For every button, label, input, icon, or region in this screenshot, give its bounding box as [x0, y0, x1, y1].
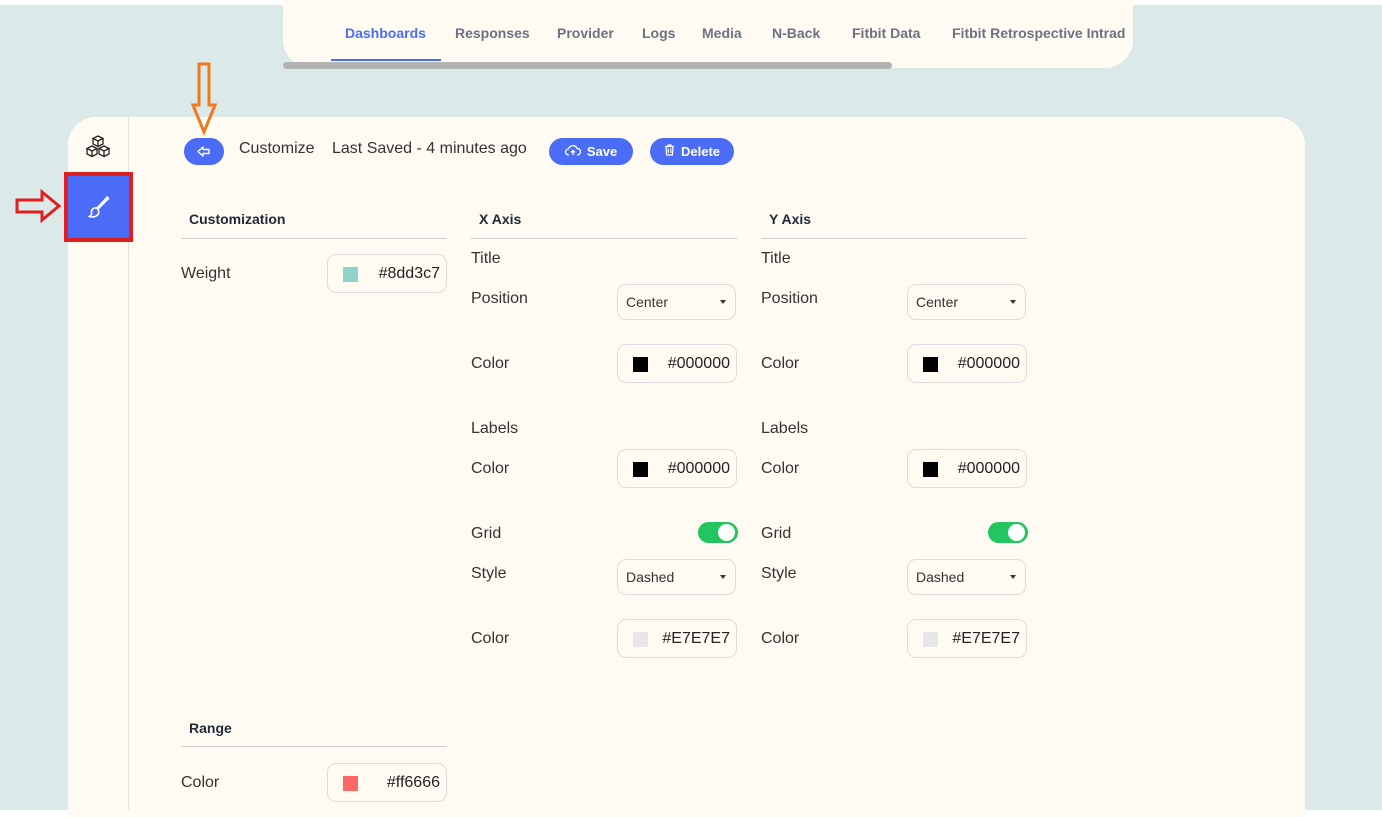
y-axis-labels-color-value: #000000 [957, 460, 1020, 477]
y-axis-style-value: Dashed [916, 569, 965, 585]
page-title: Customize [239, 140, 315, 157]
y-axis-grid-toggle[interactable] [988, 522, 1028, 543]
annotation-arrow-down-icon [190, 61, 218, 140]
x-axis-style-select[interactable]: Dashed [617, 559, 736, 595]
x-axis-grid-color-input[interactable]: #E7E7E7 [617, 619, 737, 658]
x-axis-title-color-label: Color [471, 355, 510, 372]
weight-color-swatch[interactable] [343, 267, 358, 282]
y-axis-position-select[interactable]: Center [907, 284, 1026, 320]
y-axis-grid-color-swatch[interactable] [923, 632, 938, 647]
y-axis-labels-label: Labels [761, 420, 809, 437]
x-axis-title-color-value: #000000 [667, 355, 730, 372]
range-divider [181, 746, 447, 747]
customization-divider [181, 238, 447, 239]
tab-n-back[interactable]: N-Back [772, 25, 820, 67]
range-color-label: Color [181, 774, 220, 791]
tab-logs[interactable]: Logs [642, 25, 675, 67]
x-axis-grid-toggle[interactable] [698, 522, 738, 543]
toggle-knob [1008, 524, 1025, 541]
customize-sidebar-button[interactable] [64, 172, 133, 242]
x-axis-grid-color-label: Color [471, 630, 510, 647]
y-axis-title-color-label: Color [761, 355, 800, 372]
last-saved-status: Last Saved - 4 minutes ago [332, 140, 527, 157]
x-axis-title-color-input[interactable]: #000000 [617, 344, 737, 383]
tabs-horizontal-scrollbar[interactable] [283, 62, 892, 69]
annotation-arrow-right-icon [14, 188, 62, 228]
x-axis-labels-color-swatch[interactable] [633, 462, 648, 477]
chevron-down-icon [720, 300, 726, 304]
tab-fitbit-data[interactable]: Fitbit Data [852, 25, 920, 67]
x-axis-divider [471, 238, 737, 239]
toggle-knob [718, 524, 735, 541]
x-axis-title-color-swatch[interactable] [633, 357, 648, 372]
y-axis-position-label: Position [761, 290, 818, 307]
x-axis-labels-color-input[interactable]: #000000 [617, 449, 737, 488]
x-axis-labels-color-value: #000000 [667, 460, 730, 477]
x-axis-position-label: Position [471, 290, 528, 307]
weight-color-value: #8dd3c7 [378, 265, 440, 282]
weight-color-input[interactable]: #8dd3c7 [327, 254, 447, 293]
y-axis-title-color-value: #000000 [957, 355, 1020, 372]
range-color-swatch[interactable] [343, 776, 358, 791]
y-axis-grid-color-value: #E7E7E7 [952, 630, 1020, 647]
chevron-down-icon [720, 575, 726, 579]
delete-button-label: Delete [680, 144, 721, 159]
save-button-label: Save [586, 144, 618, 159]
y-axis-style-label: Style [761, 565, 797, 582]
x-axis-title-label: Title [471, 250, 501, 267]
x-axis-grid-color-swatch[interactable] [633, 632, 648, 647]
y-axis-position-value: Center [916, 294, 959, 310]
x-axis-grid-color-value: #E7E7E7 [662, 630, 730, 647]
x-axis-labels-color-label: Color [471, 460, 510, 477]
y-axis-grid-color-label: Color [761, 630, 800, 647]
x-axis-position-value: Center [626, 294, 669, 310]
range-color-input[interactable]: #ff6666 [327, 763, 447, 802]
delete-button[interactable]: Delete [650, 138, 734, 165]
chevron-down-icon [1010, 575, 1016, 579]
save-button[interactable]: Save [549, 138, 633, 165]
y-axis-divider [761, 238, 1027, 239]
tab-responses[interactable]: Responses [455, 25, 530, 67]
cloud-upload-icon [564, 144, 581, 159]
y-axis-title-color-input[interactable]: #000000 [907, 344, 1027, 383]
active-tab-indicator [331, 59, 441, 61]
back-button[interactable] [184, 138, 224, 165]
x-axis-section-title: X Axis [479, 211, 522, 227]
range-color-value: #ff6666 [386, 774, 440, 791]
x-axis-position-select[interactable]: Center [617, 284, 736, 320]
tab-media[interactable]: Media [702, 25, 742, 67]
x-axis-labels-label: Labels [471, 420, 519, 437]
weight-label: Weight [181, 265, 231, 282]
y-axis-title-color-swatch[interactable] [923, 357, 938, 372]
tab-provider[interactable]: Provider [557, 25, 614, 67]
x-axis-grid-label: Grid [471, 525, 502, 542]
x-axis-style-label: Style [471, 565, 507, 582]
y-axis-title-label: Title [761, 250, 791, 267]
y-axis-grid-label: Grid [761, 525, 792, 542]
tab-fitbit-retrospective[interactable]: Fitbit Retrospective Intrad [952, 25, 1133, 67]
chevron-down-icon [1010, 300, 1016, 304]
customization-section-title: Customization [189, 211, 286, 227]
y-axis-labels-color-input[interactable]: #000000 [907, 449, 1027, 488]
cubes-icon[interactable] [84, 134, 112, 160]
y-axis-section-title: Y Axis [769, 211, 812, 227]
y-axis-style-select[interactable]: Dashed [907, 559, 1026, 595]
y-axis-labels-color-swatch[interactable] [923, 462, 938, 477]
trash-icon [664, 144, 675, 159]
y-axis-grid-color-input[interactable]: #E7E7E7 [907, 619, 1027, 658]
y-axis-labels-color-label: Color [761, 460, 800, 477]
x-axis-style-value: Dashed [626, 569, 675, 585]
range-section-title: Range [189, 720, 232, 736]
